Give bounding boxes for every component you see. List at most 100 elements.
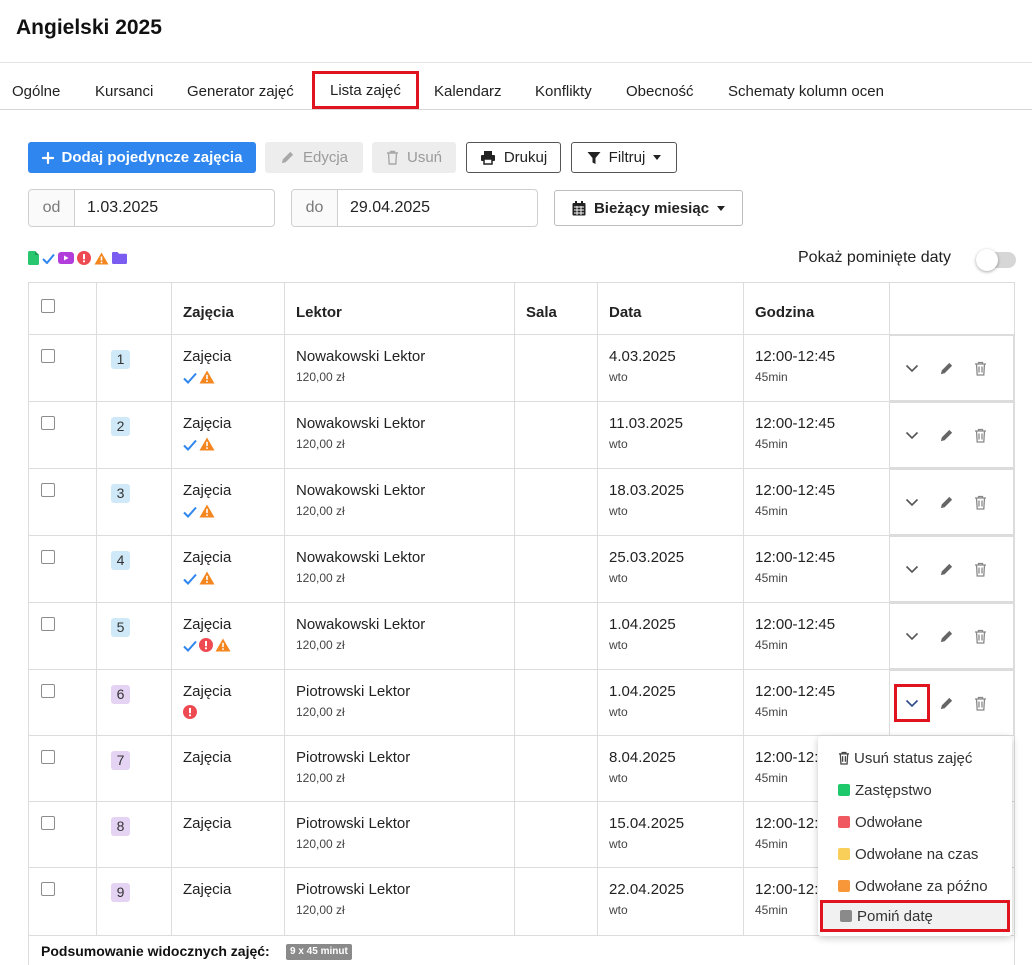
- expand-row-button[interactable]: [903, 627, 921, 645]
- edit-button[interactable]: Edycja: [265, 142, 363, 173]
- tab-lista-zajęć[interactable]: Lista zajęć: [312, 71, 419, 109]
- class-name[interactable]: Zajęcia: [183, 749, 231, 766]
- edit-row-button[interactable]: [937, 627, 955, 645]
- class-weekday: wto: [609, 504, 628, 518]
- status-color-swatch: [838, 816, 850, 828]
- select-all-checkbox[interactable]: [41, 299, 55, 313]
- expand-row-button[interactable]: [894, 684, 930, 722]
- class-status-icons: [183, 437, 215, 456]
- delete-row-button[interactable]: [971, 560, 989, 578]
- class-status-icons: [183, 504, 215, 523]
- expand-row-button[interactable]: [903, 426, 921, 444]
- row-actions: [889, 670, 1014, 736]
- row-checkbox[interactable]: [41, 550, 55, 564]
- row-checkbox[interactable]: [41, 882, 55, 896]
- class-name[interactable]: Zajęcia: [183, 348, 231, 365]
- class-name[interactable]: Zajęcia: [183, 815, 231, 832]
- edit-row-button[interactable]: [937, 426, 955, 444]
- dropdown-item-label: Pomiń datę: [857, 907, 933, 925]
- expand-row-button[interactable]: [903, 359, 921, 377]
- lecturer-name[interactable]: Piotrowski Lektor: [296, 881, 410, 898]
- expand-row-button[interactable]: [903, 560, 921, 578]
- tab-schematy-kolumn-ocen[interactable]: Schematy kolumn ocen: [728, 63, 884, 109]
- tab-konflikty[interactable]: Konflikty: [535, 63, 592, 109]
- class-name[interactable]: Zajęcia: [183, 415, 231, 432]
- class-weekday: wto: [609, 705, 628, 719]
- chevron-down-icon: [905, 431, 919, 439]
- lecturer-name[interactable]: Piotrowski Lektor: [296, 749, 410, 766]
- class-time: 12:00-12:45: [755, 348, 836, 365]
- delete-row-button[interactable]: [971, 493, 989, 511]
- delete-row-button[interactable]: [971, 359, 989, 377]
- expand-row-button[interactable]: [903, 493, 921, 511]
- pencil-icon: [940, 630, 952, 642]
- row-number-badge: 9: [111, 883, 130, 902]
- dropdown-item-pomiń-datę[interactable]: Pomiń datę: [820, 900, 1010, 932]
- lecturer-name[interactable]: Nowakowski Lektor: [296, 348, 425, 365]
- dropdown-item-odwołane-za-późno[interactable]: Odwołane za późno: [818, 870, 1012, 902]
- lecturer-name[interactable]: Nowakowski Lektor: [296, 616, 425, 633]
- date-to-input[interactable]: 29.04.2025: [338, 190, 537, 226]
- header-time[interactable]: Godzina: [755, 304, 814, 321]
- lecturer-name[interactable]: Piotrowski Lektor: [296, 815, 410, 832]
- header-date[interactable]: Data: [609, 304, 642, 321]
- delete-row-button[interactable]: [971, 627, 989, 645]
- row-checkbox[interactable]: [41, 416, 55, 430]
- edit-row-button[interactable]: [937, 560, 955, 578]
- edit-row-button[interactable]: [937, 694, 955, 712]
- row-divider: [29, 401, 1014, 402]
- lecturer-name[interactable]: Piotrowski Lektor: [296, 683, 410, 700]
- date-from-input[interactable]: 1.03.2025: [75, 190, 274, 226]
- dropdown-item-odwołane[interactable]: Odwołane: [818, 806, 1012, 838]
- row-checkbox[interactable]: [41, 750, 55, 764]
- row-checkbox[interactable]: [41, 684, 55, 698]
- header-class[interactable]: Zajęcia: [183, 304, 234, 321]
- class-name[interactable]: Zajęcia: [183, 683, 231, 700]
- class-name[interactable]: Zajęcia: [183, 881, 231, 898]
- class-name[interactable]: Zajęcia: [183, 616, 231, 633]
- delete-button[interactable]: Usuń: [372, 142, 456, 173]
- row-checkbox[interactable]: [41, 816, 55, 830]
- lecturer-name[interactable]: Nowakowski Lektor: [296, 549, 425, 566]
- row-checkbox[interactable]: [41, 349, 55, 363]
- tabs-bar: Ogólne Kursanci Generator zajęć Lista zajęć…: [0, 62, 1032, 110]
- class-date: 1.04.2025: [609, 683, 676, 700]
- class-time: 12:00-12:45: [755, 415, 836, 432]
- dropdown-item-zastępstwo[interactable]: Zastępstwo: [818, 774, 1012, 806]
- lecturer-name[interactable]: Nowakowski Lektor: [296, 482, 425, 499]
- tab-kalendarz[interactable]: Kalendarz: [434, 63, 502, 109]
- delete-row-button[interactable]: [971, 694, 989, 712]
- header-lecturer[interactable]: Lektor: [296, 304, 342, 321]
- edit-row-button[interactable]: [937, 493, 955, 511]
- row-actions: [889, 402, 1014, 468]
- class-duration: 45min: [755, 903, 788, 917]
- check-icon: [183, 639, 197, 657]
- tab-obecność[interactable]: Obecność: [626, 63, 694, 109]
- class-name[interactable]: Zajęcia: [183, 482, 231, 499]
- class-weekday: wto: [609, 571, 628, 585]
- show-skipped-toggle[interactable]: [976, 249, 1016, 271]
- period-dropdown[interactable]: Bieżący miesiąc: [554, 190, 743, 226]
- edit-row-button[interactable]: [937, 359, 955, 377]
- row-checkbox[interactable]: [41, 617, 55, 631]
- date-from-field[interactable]: od 1.03.2025: [28, 189, 275, 227]
- date-to-field[interactable]: do 29.04.2025: [291, 189, 538, 227]
- class-name[interactable]: Zajęcia: [183, 549, 231, 566]
- filter-button[interactable]: Filtruj: [571, 142, 677, 173]
- delete-row-button[interactable]: [971, 426, 989, 444]
- print-button[interactable]: Drukuj: [466, 142, 561, 173]
- period-label: Bieżący miesiąc: [593, 199, 710, 217]
- dropdown-item-odwołane-na-czas[interactable]: Odwołane na czas: [818, 838, 1012, 870]
- column-divider: [96, 283, 97, 935]
- tab-generator-zajęć[interactable]: Generator zajęć: [187, 63, 294, 109]
- dropdown-item-usuń-status-zajęć[interactable]: Usuń status zajęć: [818, 742, 1012, 774]
- row-status-dropdown: Usuń status zajęć Zastępstwo Odwołane Odwoł…: [818, 736, 1012, 936]
- tab-ogólne[interactable]: Ogólne: [12, 63, 60, 109]
- date-to-prefix: do: [292, 190, 338, 226]
- row-number-badge: 8: [111, 817, 130, 836]
- header-room[interactable]: Sala: [526, 304, 557, 321]
- row-checkbox[interactable]: [41, 483, 55, 497]
- add-class-button[interactable]: Dodaj pojedyncze zajęcia: [28, 142, 256, 173]
- lecturer-name[interactable]: Nowakowski Lektor: [296, 415, 425, 432]
- tab-kursanci[interactable]: Kursanci: [95, 63, 153, 109]
